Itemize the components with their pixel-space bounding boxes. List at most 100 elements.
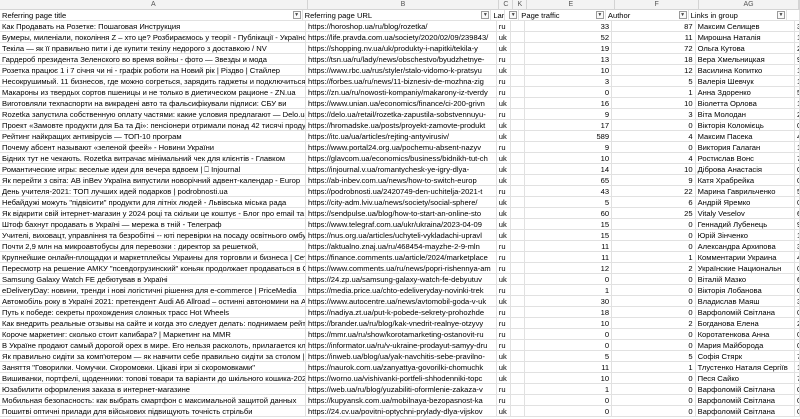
cell-lang[interactable]: uk: [497, 43, 511, 54]
cell-k[interactable]: [511, 142, 525, 153]
cell-links[interactable]: 9: [612, 175, 696, 186]
cell-traffic[interactable]: 0: [525, 329, 613, 340]
cell-url[interactable]: https://shopping.nv.ua/uk/produkty-i-nap…: [306, 43, 497, 54]
cell-title[interactable]: Пошитві оптичні прилади для військових п…: [0, 406, 307, 417]
cell-k[interactable]: [511, 406, 525, 417]
cell-lang[interactable]: uk: [497, 153, 511, 164]
header-cell-author[interactable]: Author ▼: [606, 10, 689, 21]
cell-count[interactable]: 1: [795, 230, 800, 241]
cell-links[interactable]: 5: [612, 76, 696, 87]
cell-links[interactable]: 18: [612, 54, 696, 65]
cell-url[interactable]: https://ab-inbev.com.ua/news/how-to-swit…: [306, 175, 497, 186]
cell-url[interactable]: https://sendpulse.ua/blog/how-to-start-a…: [306, 208, 497, 219]
cell-author[interactable]: Віта Молодан: [696, 109, 795, 120]
cell-k[interactable]: [511, 76, 525, 87]
cell-traffic[interactable]: 0: [525, 406, 613, 417]
cell-count[interactable]: 0: [795, 307, 800, 318]
cell-title[interactable]: Штоф бахнут продавать в Україні — мережа…: [0, 219, 307, 230]
cell-k[interactable]: [511, 230, 525, 241]
cell-k[interactable]: [511, 43, 525, 54]
cell-url[interactable]: https://zn.ua/ru/nowosti-kompaniy/makaro…: [306, 87, 497, 98]
cell-traffic[interactable]: 9: [525, 109, 613, 120]
cell-title[interactable]: Короче маркетинг: сколько стоит капибара…: [0, 329, 307, 340]
cell-traffic[interactable]: 18: [525, 307, 613, 318]
cell-links[interactable]: 12: [612, 65, 696, 76]
cell-url[interactable]: https://24.cv.ua/povitni-optychni-prylad…: [306, 406, 497, 417]
cell-title[interactable]: День учителя-2021: ТОП лучших идей подар…: [0, 186, 307, 197]
cell-count[interactable]: 1428: [795, 32, 800, 43]
cell-traffic[interactable]: 43: [525, 186, 613, 197]
cell-author[interactable]: Катя Храбрейка: [696, 175, 795, 186]
cell-lang[interactable]: uk: [497, 98, 511, 109]
cell-author[interactable]: Валерія Шевчук: [696, 76, 795, 87]
cell-k[interactable]: [511, 351, 525, 362]
cell-title[interactable]: Крупнейшие онлайн-площадки и маркетплейс…: [0, 252, 307, 263]
cell-lang[interactable]: ru: [497, 241, 511, 252]
header-cell-title[interactable]: Referring page title ▼: [0, 10, 303, 21]
cell-title[interactable]: Рейтинг найкращих антивірусів — ТОП-10 п…: [0, 131, 307, 142]
cell-links[interactable]: 10: [612, 98, 696, 109]
cell-url[interactable]: https://www.comments.ua/ru/news/popri-ri…: [306, 263, 497, 274]
cell-count[interactable]: 0: [795, 263, 800, 274]
cell-links[interactable]: 10: [612, 164, 696, 175]
cell-author[interactable]: Комментарии Украина: [696, 252, 795, 263]
cell-count[interactable]: 4: [795, 252, 800, 263]
cell-k[interactable]: [511, 285, 525, 296]
cell-links[interactable]: 1: [612, 252, 696, 263]
cell-author[interactable]: Геннадий Лубенець: [696, 219, 795, 230]
cell-k[interactable]: [511, 186, 525, 197]
cell-author[interactable]: Мария Майборода: [696, 340, 795, 351]
cell-lang[interactable]: ru: [497, 263, 511, 274]
cell-links[interactable]: 0: [612, 274, 696, 285]
cell-url[interactable]: https://city-adm.lviv.ua/news/society/so…: [306, 197, 497, 208]
cell-url[interactable]: https://naurok.com.ua/zanyattya-govorilk…: [306, 362, 497, 373]
cell-count[interactable]: 13: [795, 98, 800, 109]
cell-links[interactable]: 2: [612, 263, 696, 274]
cell-links[interactable]: 0: [612, 307, 696, 318]
cell-count[interactable]: 95: [795, 219, 800, 230]
filter-dropdown-icon[interactable]: ▼: [678, 11, 687, 19]
cell-lang[interactable]: ru: [497, 21, 511, 32]
cell-lang[interactable]: ru: [497, 109, 511, 120]
cell-count[interactable]: 18: [795, 65, 800, 76]
cell-title[interactable]: Небайдужі можуть "підвісити" продукти дл…: [0, 197, 307, 208]
cell-title[interactable]: Текіла — як її правильно пити і де купит…: [0, 43, 307, 54]
cell-title[interactable]: Бумеры, миленіали, покоління Z – хто це?…: [0, 32, 307, 43]
cell-k[interactable]: [511, 340, 525, 351]
cell-lang[interactable]: uk: [497, 197, 511, 208]
filter-dropdown-icon[interactable]: ▼: [481, 11, 490, 19]
cell-count[interactable]: 1: [795, 142, 800, 153]
cell-author[interactable]: Василина Копитко: [696, 65, 795, 76]
cell-count[interactable]: 0: [795, 395, 800, 406]
cell-links[interactable]: 4: [612, 153, 696, 164]
cell-count[interactable]: 1: [795, 362, 800, 373]
cell-title[interactable]: eDeliveryDay: новини, тренди і нові логі…: [0, 285, 307, 296]
cell-count[interactable]: 15: [795, 76, 800, 87]
cell-links[interactable]: 25: [612, 208, 696, 219]
cell-count[interactable]: 0: [795, 164, 800, 175]
column-letter-b[interactable]: B: [308, 0, 500, 10]
cell-url[interactable]: https://www.telegraf.com.ua/ukr/ukraina/…: [306, 219, 497, 230]
cell-author[interactable]: Виктория Галаган: [696, 142, 795, 153]
cell-url[interactable]: https://web.ua/ru/blog/yuzabiliti-oforml…: [306, 384, 497, 395]
cell-links[interactable]: 0: [612, 384, 696, 395]
cell-url[interactable]: https://media.price.ua/chto-edeliveryday…: [306, 285, 497, 296]
cell-count[interactable]: 0: [795, 285, 800, 296]
cell-traffic[interactable]: 3: [525, 76, 613, 87]
cell-traffic[interactable]: 11: [525, 362, 613, 373]
cell-links[interactable]: 0: [612, 120, 696, 131]
cell-title[interactable]: Почему абсент называют «зеленой феей» - …: [0, 142, 307, 153]
cell-links[interactable]: 0: [612, 373, 696, 384]
cell-traffic[interactable]: 11: [525, 252, 613, 263]
cell-lang[interactable]: ru: [497, 76, 511, 87]
cell-author[interactable]: Варфоломій Світлана: [696, 307, 795, 318]
cell-author[interactable]: Тлустенко Наталя Сергіїв: [696, 362, 795, 373]
cell-traffic[interactable]: 1: [525, 285, 613, 296]
cell-author[interactable]: Мирошна Наталія: [696, 32, 795, 43]
cell-author[interactable]: Ростислав Вонс: [696, 153, 795, 164]
cell-count[interactable]: 0: [795, 120, 800, 131]
cell-traffic[interactable]: 60: [525, 208, 613, 219]
cell-lang[interactable]: ru: [497, 395, 511, 406]
cell-k[interactable]: [511, 329, 525, 340]
cell-title[interactable]: Як перейти з світа: АВ inBev Україна вип…: [0, 175, 307, 186]
